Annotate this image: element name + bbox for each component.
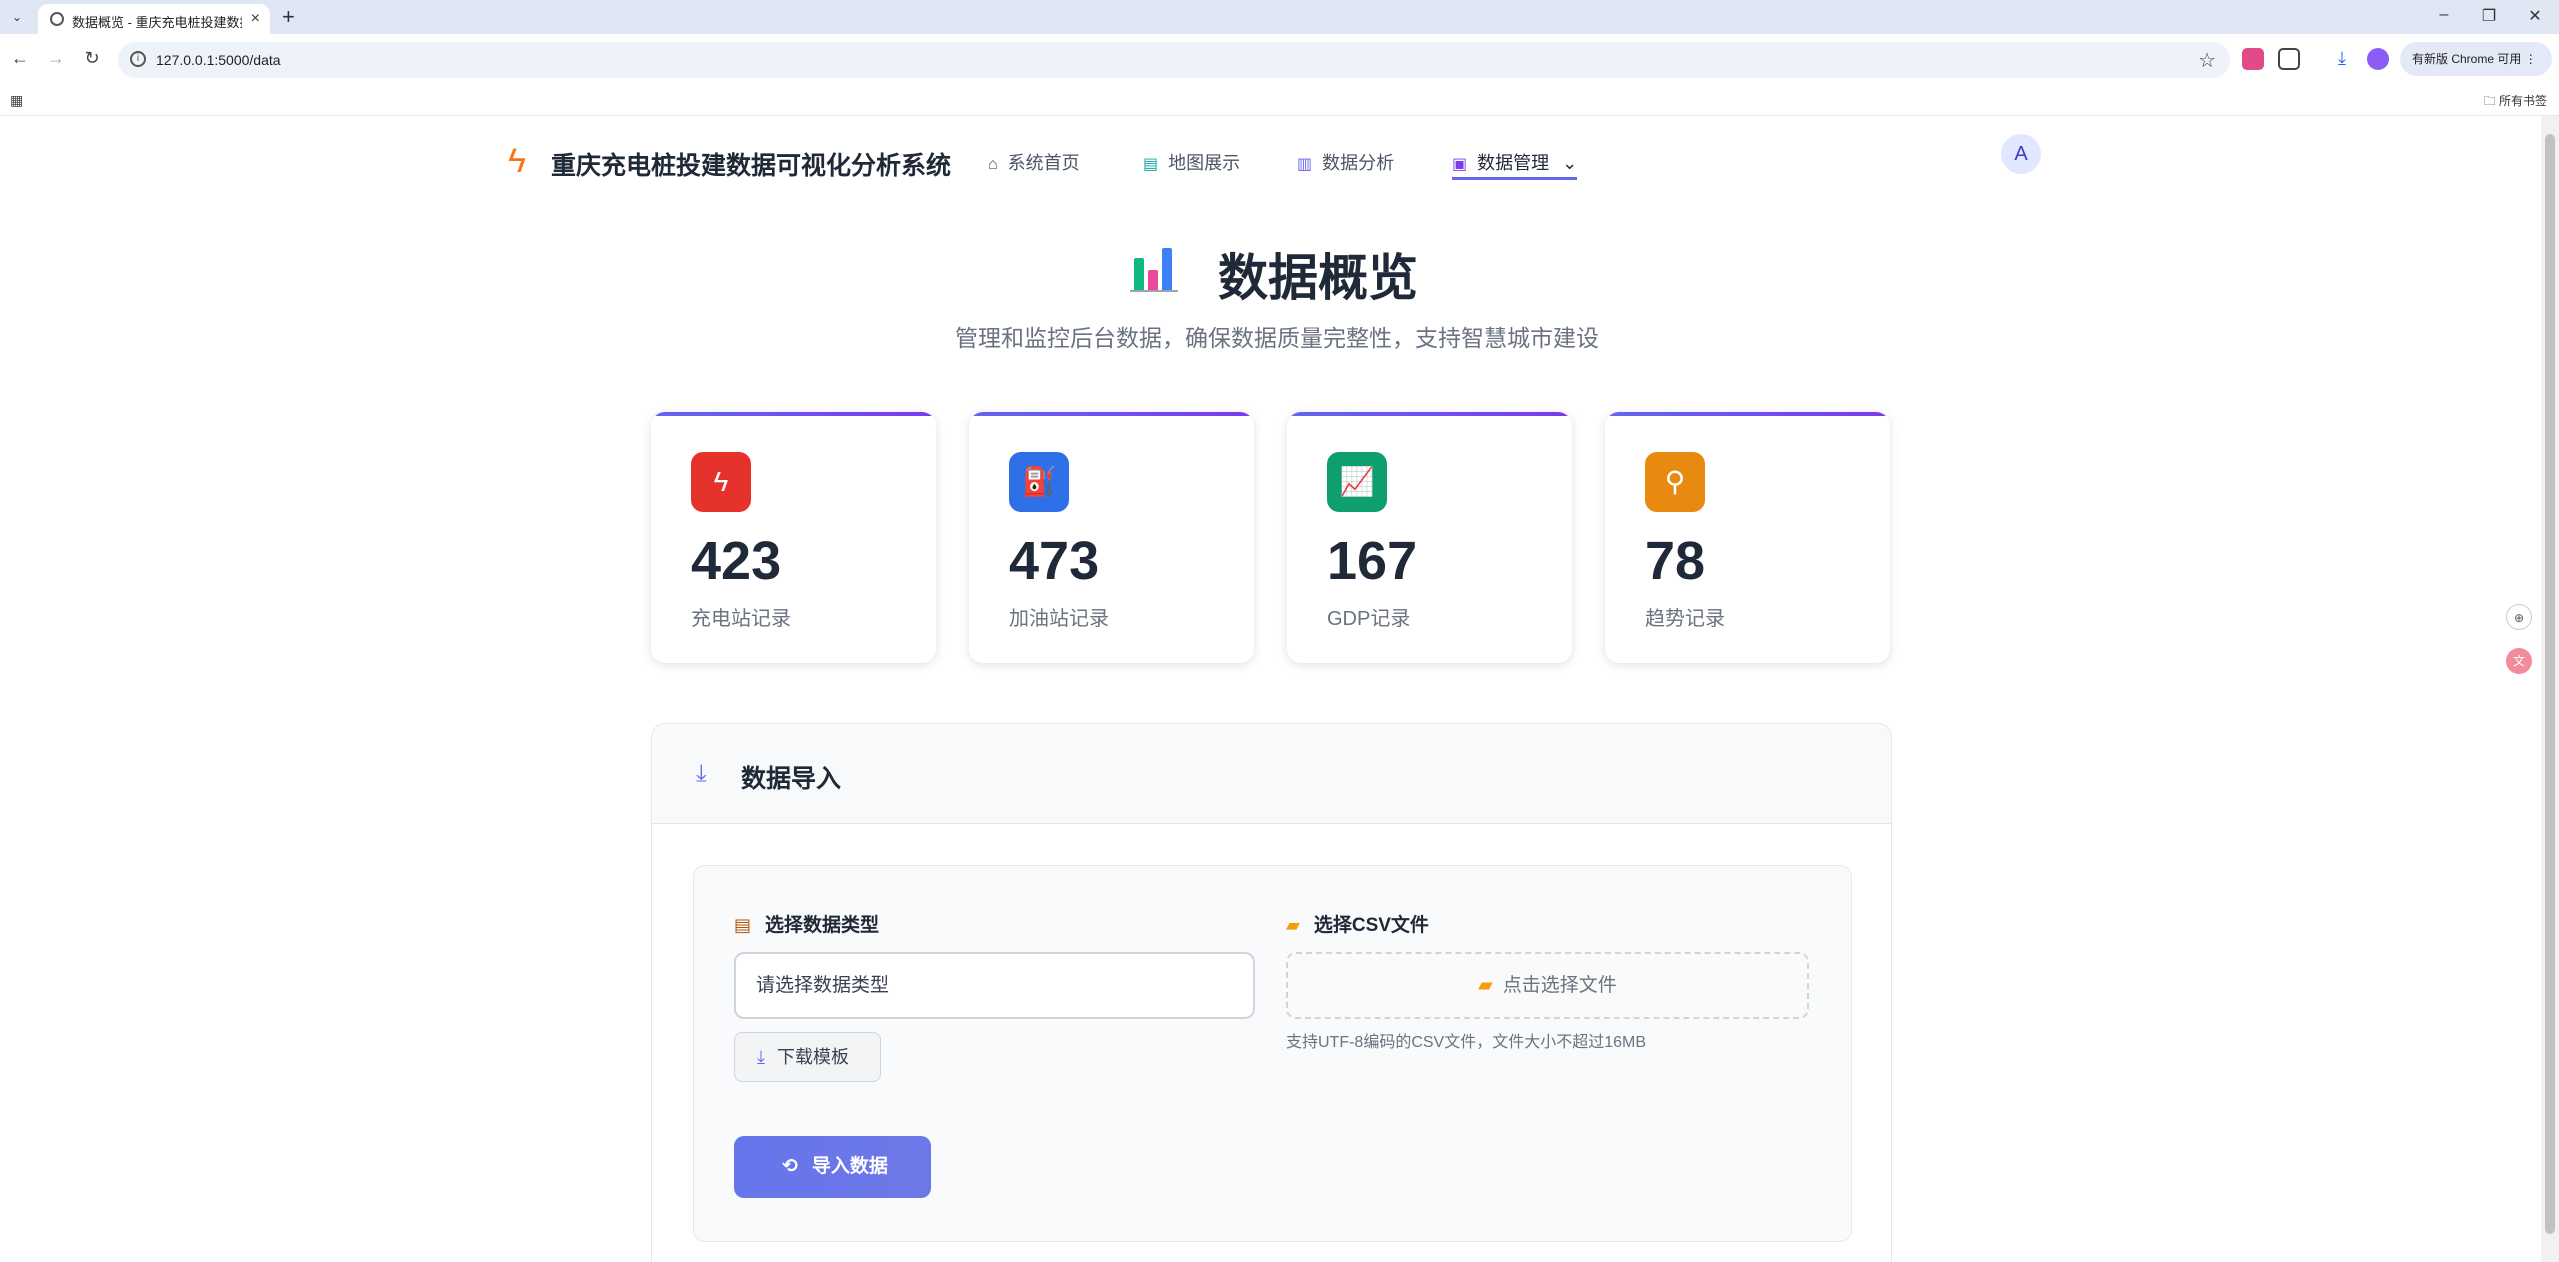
file-hint: 支持UTF-8编码的CSV文件，文件大小不超过16MB bbox=[1286, 1034, 1647, 1051]
home-icon: ⌂ bbox=[988, 156, 998, 173]
import-form: ▤ 选择数据类型 请选择数据类型 ⤓ 下载模板 ▰ 选择CSV文件 ▰ 点击选择文件 支… bbox=[693, 865, 1852, 1242]
data-type-select[interactable]: 请选择数据类型 bbox=[734, 952, 1255, 1019]
close-window-icon[interactable]: ✕ bbox=[2520, 6, 2550, 26]
stat-card-trend: ⚲ 78 趋势记录 bbox=[1605, 412, 1890, 663]
tab-close-icon[interactable]: × bbox=[251, 10, 260, 28]
stat-label: 趋势记录 bbox=[1645, 608, 1725, 630]
trend-icon: ⚲ bbox=[1645, 452, 1705, 512]
csv-file-label-text: 选择CSV文件 bbox=[1313, 915, 1429, 936]
import-panel-header: ⤓ 数据导入 bbox=[652, 724, 1891, 824]
nav-item-data-management[interactable]: ▣ 数据管理 ⌄ bbox=[1452, 149, 1578, 180]
download-template-label: 下载模板 bbox=[776, 1047, 849, 1067]
page-subtitle: 管理和监控后台数据，确保数据质量完整性，支持智慧城市建设 bbox=[955, 325, 1599, 351]
back-icon[interactable]: ← bbox=[8, 48, 32, 69]
nav-label: 地图展示 bbox=[1168, 153, 1241, 173]
folder-icon: ▰ bbox=[1286, 915, 1300, 935]
chart-icon: ▥ bbox=[1297, 156, 1313, 173]
address-bar[interactable]: i 127.0.0.1:5000/data ☆ bbox=[118, 42, 2230, 78]
forward-icon[interactable]: → bbox=[44, 48, 68, 69]
download-icon: ⤓ bbox=[757, 1047, 765, 1067]
chevron-down-icon: ⌄ bbox=[1562, 153, 1578, 173]
extensions-puzzle-icon[interactable] bbox=[2278, 48, 2300, 70]
tab-title: 数据概览 - 重庆充电桩投建数据可视化分析系统 bbox=[72, 15, 242, 30]
trend-chart-icon: 📈 bbox=[1327, 452, 1387, 512]
reload-icon[interactable]: ↻ bbox=[80, 48, 104, 69]
clipboard-icon: ▤ bbox=[734, 915, 752, 935]
browser-tab[interactable]: 数据概览 - 重庆充电桩投建数据可视化分析系统 × bbox=[38, 4, 270, 34]
new-tab-button[interactable]: + bbox=[282, 4, 295, 30]
import-icon: ⤓ bbox=[696, 760, 707, 787]
stat-card-gdp: 📈 167 GDP记录 bbox=[1287, 412, 1572, 663]
page-content: ϟ 重庆充电桩投建数据可视化分析系统 ⌂ 系统首页 ▤ 地图展示 ▥ 数据分析 ▣ 数据… bbox=[0, 116, 2541, 1262]
folder-icon: ▰ bbox=[1478, 975, 1493, 996]
stat-value: 423 bbox=[691, 531, 782, 591]
scrollbar-thumb[interactable] bbox=[2545, 134, 2555, 1234]
map-icon: ▤ bbox=[1143, 156, 1159, 173]
file-select-label: 点击选择文件 bbox=[1502, 975, 1617, 996]
avatar[interactable]: A bbox=[2001, 134, 2041, 174]
url-text: 127.0.0.1:5000/data bbox=[156, 52, 281, 68]
stat-value: 167 bbox=[1327, 531, 1418, 591]
chrome-update-button[interactable]: 有新版 Chrome 可用 ⋮ bbox=[2400, 42, 2552, 76]
nav-label: 数据分析 bbox=[1322, 153, 1395, 173]
upload-icon: ⟲ bbox=[782, 1156, 798, 1177]
site-info-icon[interactable]: i bbox=[130, 51, 146, 67]
nav-item-analysis[interactable]: ▥ 数据分析 bbox=[1297, 149, 1394, 175]
site-navbar: ϟ 重庆充电桩投建数据可视化分析系统 ⌂ 系统首页 ▤ 地图展示 ▥ 数据分析 ▣ 数据… bbox=[0, 116, 2541, 206]
data-type-label-text: 选择数据类型 bbox=[765, 915, 880, 936]
download-icon[interactable]: ⤓ bbox=[2330, 48, 2354, 69]
bookmarks-bar: ▦ 🗀 所有书签 bbox=[0, 84, 2559, 116]
stat-value: 78 bbox=[1645, 531, 1706, 591]
bar-chart-icon bbox=[1130, 240, 1178, 292]
stat-label: GDP记录 bbox=[1327, 608, 1411, 630]
data-import-panel: ⤓ 数据导入 ▤ 选择数据类型 请选择数据类型 ⤓ 下载模板 ▰ 选择CSV文件 ▰ 点… bbox=[651, 723, 1892, 1262]
globe-icon bbox=[50, 12, 64, 26]
bookmark-star-icon[interactable]: ☆ bbox=[2198, 48, 2216, 73]
nav-item-map[interactable]: ▤ 地图展示 bbox=[1143, 149, 1240, 175]
save-icon: ▣ bbox=[1452, 156, 1468, 173]
nav-item-home[interactable]: ⌂ 系统首页 bbox=[988, 149, 1080, 175]
restore-icon[interactable]: ❐ bbox=[2474, 6, 2504, 26]
stat-label: 充电站记录 bbox=[691, 608, 791, 630]
page-title: 数据概览 bbox=[1218, 250, 1418, 306]
browser-toolbar: ← → ↻ i 127.0.0.1:5000/data ☆ ⤓ 有新版 Chro… bbox=[0, 34, 2559, 84]
minimize-icon[interactable]: – bbox=[2429, 6, 2459, 24]
nav-label: 系统首页 bbox=[1007, 153, 1080, 173]
data-type-label: ▤ 选择数据类型 bbox=[734, 910, 879, 937]
nav-label: 数据管理 bbox=[1477, 153, 1550, 173]
fuel-icon: ⛽ bbox=[1009, 452, 1069, 512]
stat-label: 加油站记录 bbox=[1009, 608, 1109, 630]
update-label: 有新版 Chrome 可用 bbox=[2412, 52, 2522, 66]
lightning-icon: ϟ bbox=[508, 142, 526, 180]
sidebar-tool-icon[interactable]: ⊕ bbox=[2506, 604, 2532, 630]
apps-grid-icon[interactable]: ▦ bbox=[10, 92, 23, 109]
import-title: 数据导入 bbox=[741, 765, 842, 793]
import-data-label: 导入数据 bbox=[811, 1156, 888, 1177]
stat-card-charging: ϟ 423 充电站记录 bbox=[651, 412, 936, 663]
brand-title[interactable]: 重庆充电桩投建数据可视化分析系统 bbox=[551, 146, 951, 182]
import-data-button[interactable]: ⟲ 导入数据 bbox=[734, 1136, 931, 1198]
download-template-button[interactable]: ⤓ 下载模板 bbox=[734, 1032, 881, 1082]
profile-icon[interactable] bbox=[2367, 48, 2389, 70]
stat-value: 473 bbox=[1009, 531, 1100, 591]
lightning-icon: ϟ bbox=[691, 452, 751, 512]
page-scrollbar[interactable] bbox=[2541, 116, 2559, 1262]
browser-tabstrip: ⌄ 数据概览 - 重庆充电桩投建数据可视化分析系统 × + – ❐ ✕ bbox=[0, 0, 2559, 34]
tab-search-icon[interactable]: ⌄ bbox=[6, 7, 28, 27]
file-select-button[interactable]: ▰ 点击选择文件 bbox=[1286, 952, 1809, 1019]
all-bookmarks-button[interactable]: 🗀 所有书签 bbox=[2484, 92, 2547, 113]
extension-icon[interactable] bbox=[2242, 48, 2264, 70]
all-bookmarks-label: 所有书签 bbox=[2498, 94, 2547, 108]
csv-file-label: ▰ 选择CSV文件 bbox=[1286, 910, 1429, 937]
stat-card-fuel: ⛽ 473 加油站记录 bbox=[969, 412, 1254, 663]
translate-icon[interactable]: 文 bbox=[2506, 648, 2532, 674]
